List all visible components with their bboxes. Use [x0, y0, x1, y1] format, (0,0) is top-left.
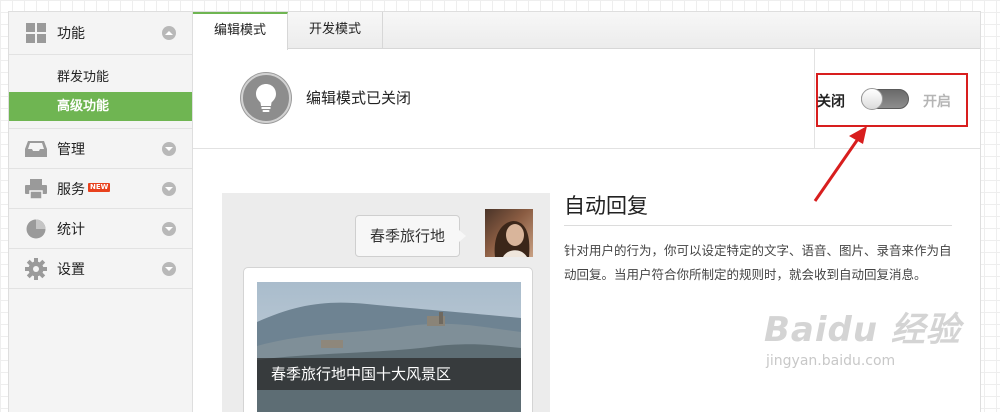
sidebar-item-mass-send[interactable]: 群发功能 [9, 63, 192, 92]
toggle-knob[interactable] [861, 88, 883, 110]
message-bubble: 春季旅行地 [355, 215, 467, 257]
edit-mode-toggle[interactable] [861, 88, 909, 110]
article-caption: 春季旅行地中国十大风景区 [257, 358, 521, 390]
chevron-up-icon[interactable] [162, 26, 176, 40]
on-label: 开启 [923, 94, 951, 110]
grid-icon [25, 22, 47, 44]
menu-stats-label: 统计 [57, 221, 85, 238]
sidebar: 功能 群发功能 高级功能 管理 服务 NEW 统计 设置 [8, 11, 193, 412]
landscape-photo: 春季旅行地中国十大风景区 [257, 282, 521, 412]
sidebar-item-advanced[interactable]: 高级功能 [9, 92, 192, 121]
chevron-down-icon[interactable] [162, 181, 176, 196]
watermark-brand: Baidu 经验 [764, 310, 961, 350]
divider [564, 225, 952, 226]
menu-service[interactable]: 服务 NEW [9, 169, 192, 209]
off-label: 关闭 [817, 94, 845, 110]
printer-icon [25, 178, 47, 200]
menu-function[interactable]: 功能 [9, 12, 192, 55]
watermark: Baidu 经验 jingyan.baidu.com [764, 302, 961, 369]
tab-bar: 编辑模式 开发模式 [193, 12, 980, 50]
menu-settings[interactable]: 设置 [9, 249, 192, 289]
chevron-down-icon[interactable] [162, 221, 176, 236]
lightbulb-icon [241, 73, 291, 123]
edit-mode-status: 编辑模式已关闭 [306, 89, 412, 107]
avatar [485, 209, 533, 257]
chevron-down-icon[interactable] [162, 261, 176, 276]
menu-stats[interactable]: 统计 [9, 209, 192, 249]
annotation-arrow [813, 126, 867, 202]
inbox-icon [25, 138, 47, 160]
tab-developer-mode[interactable]: 开发模式 [288, 12, 383, 49]
menu-function-label: 功能 [57, 26, 85, 42]
chevron-down-icon[interactable] [162, 141, 176, 156]
new-badge: NEW [88, 182, 111, 192]
tab-edit-mode[interactable]: 编辑模式 [193, 12, 288, 50]
function-submenu: 群发功能 高级功能 [9, 55, 192, 129]
menu-manage-label: 管理 [57, 141, 85, 158]
auto-reply-description: 针对用户的行为，你可以设定特定的文字、语音、图片、录音来作为自动回复。当用户符合… [564, 243, 952, 282]
article-card[interactable]: 春季旅行地中国十大风景区 [243, 267, 533, 412]
menu-settings-label: 设置 [57, 261, 85, 278]
gear-icon [25, 257, 47, 280]
auto-reply-title: 自动回复 [564, 194, 648, 218]
menu-manage[interactable]: 管理 [9, 129, 192, 169]
menu-service-label: 服务 NEW [57, 181, 111, 198]
watermark-url: jingyan.baidu.com [766, 353, 896, 369]
auto-reply-preview: 春季旅行地 春季旅行地中国十大风景区 [222, 193, 550, 412]
pie-chart-icon [25, 218, 47, 240]
